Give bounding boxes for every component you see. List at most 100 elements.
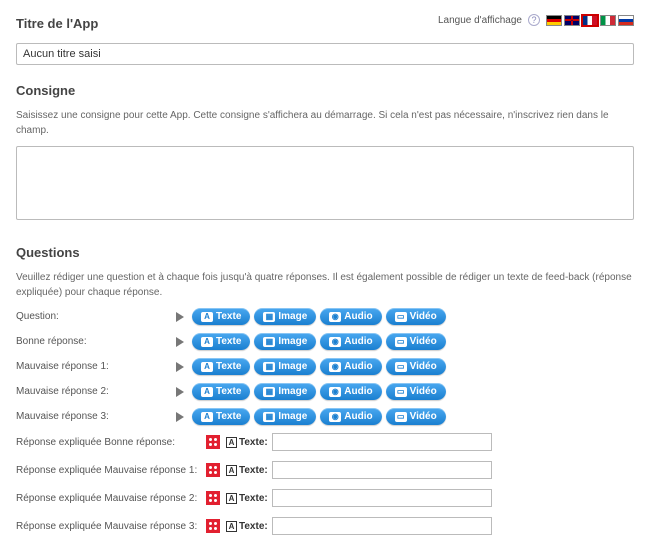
media-button-label: Texte [216, 386, 241, 397]
explained-input[interactable] [272, 517, 492, 535]
media-audio-button[interactable]: ◉Audio [320, 408, 381, 425]
media-button-label: Vidéo [410, 361, 437, 372]
explained-input[interactable] [272, 461, 492, 479]
media-button-label: Image [278, 336, 307, 347]
media-toggle-icon[interactable] [206, 491, 220, 505]
language-selector: Langue d'affichage ? [438, 14, 634, 26]
audio-icon: ◉ [329, 387, 341, 397]
language-label: Langue d'affichage [438, 15, 522, 26]
text-type-label: ATexte: [226, 521, 268, 532]
arrow-icon [176, 387, 184, 397]
media-toggle-icon[interactable] [206, 519, 220, 533]
explained-row: Réponse expliquée Mauvaise réponse 1: ATe… [16, 461, 634, 479]
questions-heading: Questions [16, 245, 634, 260]
media-texte-button[interactable]: ATexte [192, 408, 250, 425]
question-label: Question: [16, 311, 176, 322]
explained-label: Réponse expliquée Mauvaise réponse 3: [16, 521, 206, 532]
arrow-icon [176, 312, 184, 322]
media-toggle-icon[interactable] [206, 435, 220, 449]
media-button-label: Audio [344, 386, 372, 397]
image-icon: ▦ [263, 337, 275, 347]
media-button-label: Vidéo [410, 311, 437, 322]
question-row: Mauvaise réponse 2:ATexte▦Image◉Audio▭Vi… [16, 383, 634, 400]
flag-de[interactable] [546, 15, 562, 26]
question-row: Question:ATexte▦Image◉Audio▭Vidéo [16, 308, 634, 325]
media-button-label: Vidéo [410, 386, 437, 397]
media-button-label: Image [278, 361, 307, 372]
arrow-icon [176, 412, 184, 422]
texte-icon: A [201, 412, 213, 422]
text-type-label: ATexte: [226, 465, 268, 476]
explained-input[interactable] [272, 433, 492, 451]
explained-row: Réponse expliquée Mauvaise réponse 2: ATe… [16, 489, 634, 507]
audio-icon: ◉ [329, 412, 341, 422]
explained-label: Réponse expliquée Mauvaise réponse 2: [16, 493, 206, 504]
media-vidéo-button[interactable]: ▭Vidéo [386, 408, 446, 425]
arrow-icon [176, 362, 184, 372]
audio-icon: ◉ [329, 312, 341, 322]
text-prefix-label: Texte: [239, 493, 268, 504]
question-row: Mauvaise réponse 1:ATexte▦Image◉Audio▭Vi… [16, 358, 634, 375]
arrow-icon [176, 337, 184, 347]
media-button-label: Image [278, 411, 307, 422]
media-toggle-icon[interactable] [206, 463, 220, 477]
media-vidéo-button[interactable]: ▭Vidéo [386, 333, 446, 350]
consigne-heading: Consigne [16, 83, 634, 98]
media-vidéo-button[interactable]: ▭Vidéo [386, 358, 446, 375]
media-image-button[interactable]: ▦Image [254, 358, 316, 375]
media-button-label: Texte [216, 361, 241, 372]
consigne-textarea[interactable] [16, 146, 634, 220]
media-vidéo-button[interactable]: ▭Vidéo [386, 383, 446, 400]
image-icon: ▦ [263, 362, 275, 372]
media-button-label: Texte [216, 411, 241, 422]
media-vidéo-button[interactable]: ▭Vidéo [386, 308, 446, 325]
media-audio-button[interactable]: ◉Audio [320, 358, 381, 375]
media-button-label: Image [278, 386, 307, 397]
media-texte-button[interactable]: ATexte [192, 308, 250, 325]
explained-row: Réponse expliquée Bonne réponse: ATexte: [16, 433, 634, 451]
app-title-input[interactable] [16, 43, 634, 65]
media-image-button[interactable]: ▦Image [254, 333, 316, 350]
flag-it[interactable] [600, 15, 616, 26]
media-audio-button[interactable]: ◉Audio [320, 308, 381, 325]
flag-en[interactable] [564, 15, 580, 26]
media-button-label: Texte [216, 311, 241, 322]
media-button-label: Texte [216, 336, 241, 347]
media-texte-button[interactable]: ATexte [192, 358, 250, 375]
audio-icon: ◉ [329, 362, 341, 372]
media-audio-button[interactable]: ◉Audio [320, 333, 381, 350]
texte-icon: A [201, 387, 213, 397]
text-type-label: ATexte: [226, 493, 268, 504]
media-button-label: Audio [344, 411, 372, 422]
title-heading: Titre de l'App [16, 16, 98, 31]
media-button-label: Vidéo [410, 411, 437, 422]
media-texte-button[interactable]: ATexte [192, 333, 250, 350]
question-label: Mauvaise réponse 2: [16, 386, 176, 397]
flag-ru[interactable] [618, 15, 634, 26]
question-label: Bonne réponse: [16, 336, 176, 347]
media-texte-button[interactable]: ATexte [192, 383, 250, 400]
media-image-button[interactable]: ▦Image [254, 383, 316, 400]
text-prefix-label: Texte: [239, 437, 268, 448]
flag-fr[interactable] [582, 15, 598, 26]
explained-label: Réponse expliquée Mauvaise réponse 1: [16, 465, 206, 476]
media-audio-button[interactable]: ◉Audio [320, 383, 381, 400]
question-label: Mauvaise réponse 3: [16, 411, 176, 422]
explained-label: Réponse expliquée Bonne réponse: [16, 437, 206, 448]
image-icon: ▦ [263, 387, 275, 397]
question-label: Mauvaise réponse 1: [16, 361, 176, 372]
text-prefix-label: Texte: [239, 465, 268, 476]
vidéo-icon: ▭ [395, 312, 407, 322]
text-prefix-label: Texte: [239, 521, 268, 532]
explained-input[interactable] [272, 489, 492, 507]
media-image-button[interactable]: ▦Image [254, 408, 316, 425]
texte-icon: A [201, 312, 213, 322]
help-icon[interactable]: ? [528, 14, 540, 26]
texte-icon: A [201, 362, 213, 372]
media-button-label: Vidéo [410, 336, 437, 347]
consigne-desc: Saisissez une consigne pour cette App. C… [16, 108, 634, 138]
text-type-label: ATexte: [226, 437, 268, 448]
vidéo-icon: ▭ [395, 337, 407, 347]
media-image-button[interactable]: ▦Image [254, 308, 316, 325]
vidéo-icon: ▭ [395, 362, 407, 372]
